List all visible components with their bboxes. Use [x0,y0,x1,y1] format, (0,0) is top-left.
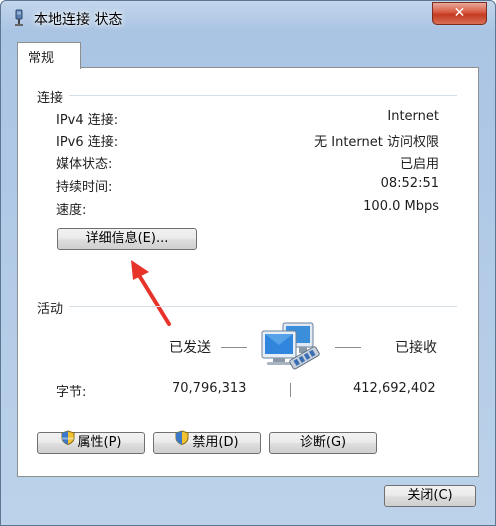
bytes-received-value: 412,692,402 [353,381,436,396]
properties-button-label: 属性(P) [77,435,122,450]
received-dash [335,347,361,348]
window-close-button[interactable]: ✕ [432,2,487,25]
network-adapter-icon [11,9,27,27]
ipv4-label: IPv4 连接: [56,113,119,128]
duration-label: 持续时间: [56,180,113,195]
properties-button[interactable]: 属性(P) [37,430,145,454]
uac-shield-icon [61,430,75,452]
sent-dash [221,347,247,348]
window-title: 本地连接 状态 [34,12,123,28]
disable-button[interactable]: 禁用(D) [153,430,261,454]
bytes-sent-value: 70,796,313 [172,381,247,396]
general-panel [17,67,479,477]
close-button[interactable]: 关闭(C) [384,485,476,507]
diagnose-button[interactable]: 诊断(G) [269,432,377,454]
tab-general-label: 常规 [28,51,55,66]
sent-label: 已发送 [169,340,211,356]
status-window: 本地连接 状态 ✕ 常规 连接 IPv4 连接: Internet IPv6 连… [0,0,496,526]
connection-section-label: 连接 [37,91,64,106]
activity-divider [69,306,457,307]
uac-shield-icon [175,430,189,452]
ipv6-value: 无 Internet 访问权限 [314,135,439,150]
disable-button-label: 禁用(D) [192,435,239,450]
annotation-arrow-icon [131,260,171,326]
network-computers-icon [261,322,320,370]
duration-value: 08:52:51 [380,176,439,191]
activity-divider-vertical [290,383,291,397]
details-button[interactable]: 详细信息(E)... [57,228,197,250]
received-label: 已接收 [395,340,437,356]
tab-general[interactable]: 常规 [17,42,81,69]
ipv6-label: IPv6 连接: [56,135,119,150]
connection-divider [69,95,457,96]
speed-label: 速度: [56,203,87,218]
ipv4-value: Internet [387,109,439,124]
speed-value: 100.0 Mbps [363,199,439,214]
title-bar[interactable]: 本地连接 状态 ✕ [1,1,495,35]
media-state-value: 已启用 [399,157,439,172]
media-state-label: 媒体状态: [56,157,113,172]
activity-section-label: 活动 [37,302,64,317]
bytes-label: 字节: [56,385,87,400]
